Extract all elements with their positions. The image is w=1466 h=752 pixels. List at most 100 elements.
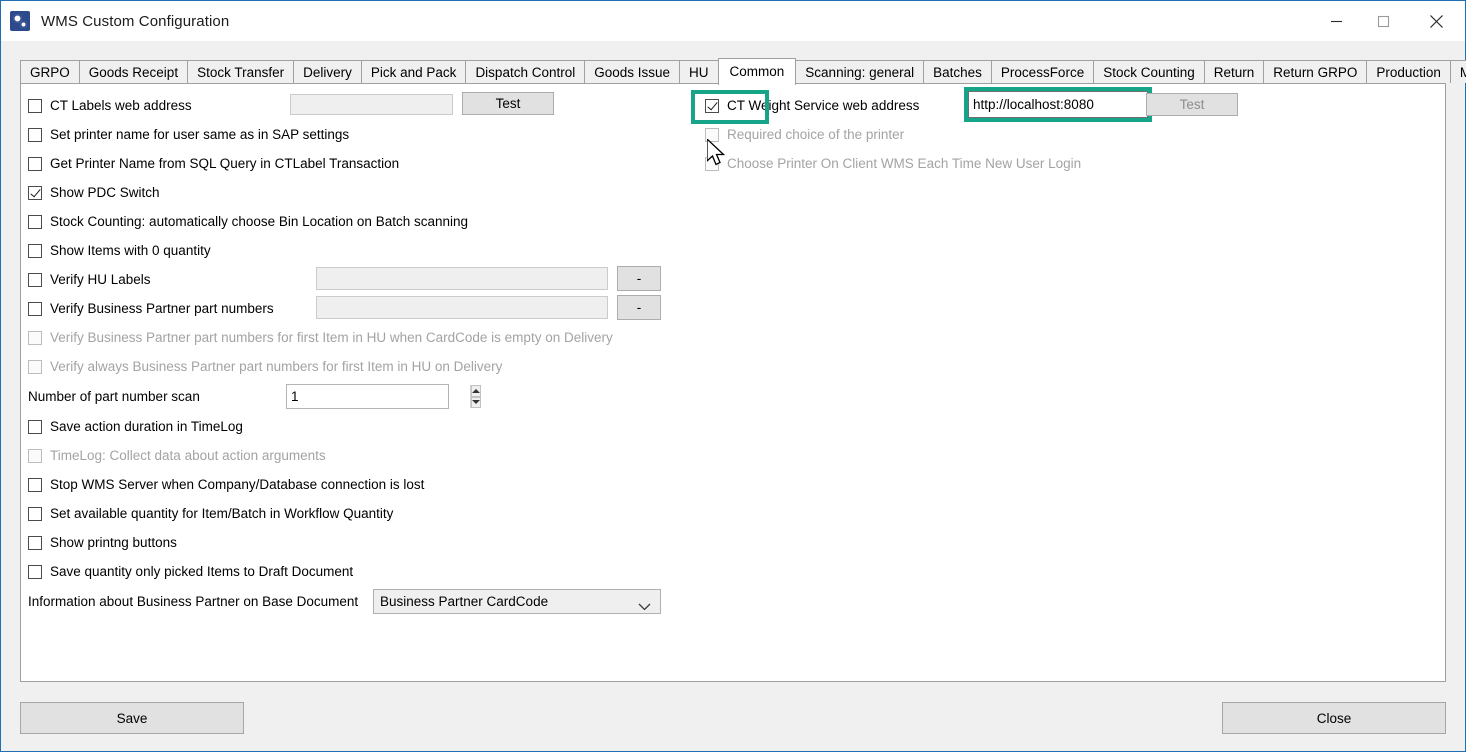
label-verify-bp-first-item-cardcode-empty: Verify Business Partner part numbers for…	[50, 330, 613, 345]
row-bp-info-base-document: Information about Business Partner on Ba…	[28, 586, 688, 617]
tab-label: Batches	[933, 65, 982, 80]
app-gears-icon	[10, 11, 30, 31]
row-timelog-collect-args: TimeLog: Collect data about action argum…	[28, 441, 688, 470]
tab-label: Goods Issue	[594, 65, 671, 80]
dropdown-selected-value: Business Partner CardCode	[380, 594, 549, 609]
tab-common[interactable]: Common	[717, 58, 797, 85]
tab-label: Dispatch Control	[475, 65, 576, 80]
tab-processforce[interactable]: ProcessForce	[990, 60, 1095, 83]
tab-label: Common	[729, 64, 785, 79]
checkbox-set-available-quantity[interactable]	[28, 506, 42, 521]
label-save-action-duration: Save action duration in TimeLog	[50, 419, 243, 434]
label-bp-info-base-document: Information about Business Partner on Ba…	[28, 594, 359, 609]
window-title: WMS Custom Configuration	[41, 12, 230, 30]
spinner-number-of-part-number-scan[interactable]	[286, 384, 481, 409]
tab-dispatch-control[interactable]: Dispatch Control	[465, 60, 586, 83]
input-ct-labels-web-address[interactable]	[290, 94, 453, 115]
checkbox-timelog-collect-args	[28, 448, 42, 463]
tab-label: GRPO	[30, 65, 70, 80]
window-controls	[1313, 1, 1465, 41]
checkbox-show-items-zero-qty[interactable]	[28, 243, 42, 258]
label-set-printer-name-sap: Set printer name for user same as in SAP…	[50, 127, 350, 142]
tab-stock-counting[interactable]: Stock Counting	[1093, 60, 1205, 83]
tab-goods-issue[interactable]: Goods Issue	[584, 60, 681, 83]
checkbox-verify-hu-labels[interactable]	[28, 272, 42, 287]
tab-grpo[interactable]: GRPO	[20, 60, 80, 83]
tab-label: Return GRPO	[1273, 65, 1358, 80]
wms-configuration-window: WMS Custom Configuration GRPO Goods Rece…	[0, 0, 1466, 752]
maximize-icon[interactable]	[1360, 1, 1407, 41]
checkbox-stop-wms-server[interactable]	[28, 477, 42, 492]
tab-label: Stock Counting	[1103, 65, 1195, 80]
checkbox-verify-bp-part-numbers[interactable]	[28, 301, 42, 316]
input-verify-hu-labels[interactable]	[316, 267, 608, 290]
row-verify-always-bp-first-item: Verify always Business Partner part numb…	[28, 352, 688, 381]
test-button-ct-labels[interactable]: Test	[462, 92, 554, 115]
label-verify-hu-labels: Verify HU Labels	[50, 272, 151, 287]
row-required-choice-printer: Required choice of the printer	[705, 120, 1265, 149]
checkbox-save-action-duration[interactable]	[28, 419, 42, 434]
test-button-ct-weight-service[interactable]: Test	[1146, 93, 1238, 116]
row-show-pdc-switch: Show PDC Switch	[28, 178, 688, 207]
row-verify-bp-part-numbers: Verify Business Partner part numbers -	[28, 294, 688, 323]
browse-button-verify-bp-part-numbers[interactable]: -	[617, 295, 661, 320]
title-bar: WMS Custom Configuration	[1, 1, 1465, 41]
tab-return-grpo[interactable]: Return GRPO	[1263, 60, 1368, 83]
spinner-down-icon[interactable]	[471, 396, 481, 408]
tab-delivery[interactable]: Delivery	[293, 60, 362, 83]
tab-pick-and-pack[interactable]: Pick and Pack	[360, 60, 467, 83]
label-verify-bp-part-numbers: Verify Business Partner part numbers	[50, 301, 274, 316]
row-save-action-duration: Save action duration in TimeLog	[28, 412, 688, 441]
tab-production[interactable]: Production	[1366, 60, 1451, 83]
spinner-input-part-number-scan[interactable]	[287, 385, 470, 408]
browse-button-verify-hu-labels[interactable]: -	[617, 266, 661, 291]
row-verify-hu-labels: Verify HU Labels -	[28, 265, 688, 294]
checkbox-show-printing-buttons[interactable]	[28, 535, 42, 550]
row-set-printer-name-sap: Set printer name for user same as in SAP…	[28, 120, 688, 149]
checkbox-set-printer-name-sap[interactable]	[28, 127, 42, 142]
dropdown-bp-info-base-document[interactable]: Business Partner CardCode	[373, 589, 661, 614]
highlight-box-ct-weight-url	[964, 87, 1152, 122]
close-icon[interactable]	[1407, 1, 1465, 41]
checkbox-save-qty-picked-items[interactable]	[28, 564, 42, 579]
checkbox-stock-counting-bin[interactable]	[28, 214, 42, 229]
tab-hu[interactable]: HU	[679, 60, 719, 83]
checkbox-ct-labels-web-address[interactable]	[28, 98, 42, 113]
row-number-of-part-number-scan: Number of part number scan	[28, 381, 688, 412]
gear-icon-small	[20, 21, 27, 28]
minimize-icon[interactable]	[1313, 1, 1360, 41]
checkbox-show-pdc-switch[interactable]	[28, 185, 42, 200]
label-timelog-collect-args: TimeLog: Collect data about action argum…	[50, 448, 326, 463]
label-ct-weight-service: CT Weight Service web address	[727, 98, 920, 113]
label-save-qty-picked-items: Save quantity only picked Items to Draft…	[50, 564, 354, 579]
tab-label: Scanning: general	[805, 65, 915, 80]
tab-batches[interactable]: Batches	[923, 60, 992, 83]
input-verify-bp-part-numbers[interactable]	[316, 296, 608, 319]
client-area: GRPO Goods Receipt Stock Transfer Delive…	[1, 41, 1466, 751]
label-ct-labels-web-address: CT Labels web address	[50, 98, 192, 113]
row-stop-wms-server: Stop WMS Server when Company/Database co…	[28, 470, 688, 499]
right-options-column: CT Weight Service web address Test Requi…	[705, 87, 1265, 178]
label-set-available-quantity: Set available quantity for Item/Batch in…	[50, 506, 394, 521]
spinner-arrows[interactable]	[470, 385, 481, 408]
label-required-choice-printer: Required choice of the printer	[727, 127, 905, 142]
checkbox-verify-bp-first-item-cardcode-empty	[28, 330, 42, 345]
tab-manager[interactable]: Manager	[1449, 60, 1466, 83]
checkbox-ct-weight-service[interactable]	[705, 98, 719, 113]
checkbox-get-printer-name-sql[interactable]	[28, 156, 42, 171]
input-ct-weight-service-url[interactable]	[968, 91, 1148, 118]
left-options-column: CT Labels web address Test Set printer n…	[28, 91, 688, 617]
label-show-pdc-switch: Show PDC Switch	[50, 185, 160, 200]
close-button[interactable]: Close	[1222, 702, 1446, 734]
label-get-printer-name-sql: Get Printer Name from SQL Query in CTLab…	[50, 156, 400, 171]
tab-label: Stock Transfer	[197, 65, 285, 80]
tab-return[interactable]: Return	[1203, 60, 1265, 83]
tab-label: HU	[689, 65, 709, 80]
save-button[interactable]: Save	[20, 702, 244, 734]
tab-scanning-general[interactable]: Scanning: general	[795, 60, 925, 83]
tab-goods-receipt[interactable]: Goods Receipt	[78, 60, 189, 83]
checkbox-required-choice-printer	[705, 127, 719, 142]
tab-label: Manager	[1459, 65, 1466, 80]
tab-stock-transfer[interactable]: Stock Transfer	[187, 60, 295, 83]
spinner-up-icon[interactable]	[471, 385, 481, 397]
